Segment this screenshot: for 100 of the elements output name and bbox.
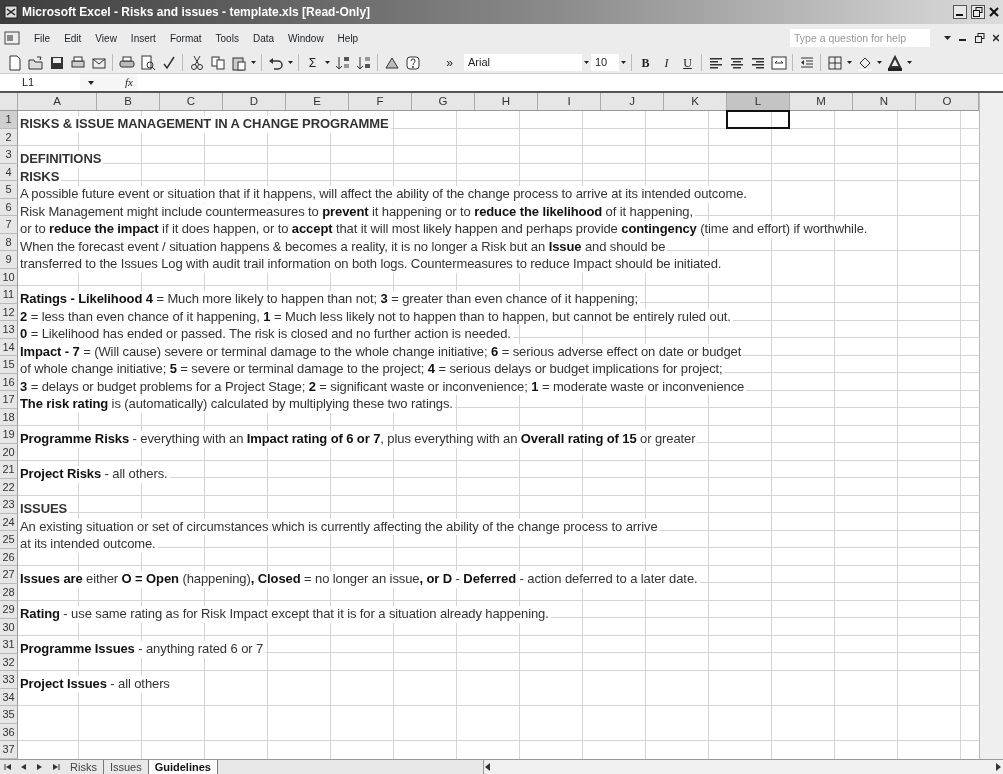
menu-item[interactable]: Edit [64,30,82,46]
font-size-field[interactable]: 10 [591,54,619,71]
dropdown-caret-icon[interactable] [621,61,626,64]
insert-function-button[interactable]: fx [125,74,133,91]
format-button[interactable]: I [656,52,677,73]
cell-text: Programme Risks - everything with an Impact rating of 6 or 7, plus everything with an Overall rating of 15 or greater [18,431,698,448]
restore-icon[interactable] [971,5,985,19]
dropdown-caret-icon[interactable] [584,61,589,64]
column-header[interactable]: J [601,93,664,110]
row-header[interactable]: 1 [0,111,18,129]
column-header[interactable]: E [286,93,349,110]
print-preview-icon[interactable] [139,54,156,71]
dropdown-caret-icon[interactable] [877,61,882,64]
printer-icon[interactable] [69,54,86,71]
help-icon[interactable] [404,54,421,71]
printer-icon[interactable] [118,54,135,71]
menu-item[interactable]: File [34,30,51,46]
column-header[interactable]: H [475,93,538,110]
merge-center-icon[interactable] [770,54,787,71]
vertical-scrollbar[interactable] [979,93,1003,759]
column-header[interactable]: B [97,93,160,110]
close-icon[interactable] [993,34,999,42]
format-button[interactable]: U [677,52,698,73]
sheet-tab[interactable]: Risks [64,760,104,774]
row-header[interactable]: 19 [0,426,18,444]
dropdown-caret-icon[interactable] [847,61,852,64]
open-folder-icon[interactable] [27,54,44,71]
font-color-icon[interactable] [886,54,903,71]
row-header[interactable]: 35 [0,706,18,724]
row-header[interactable]: 5 [0,181,18,199]
font-field[interactable]: Arial [464,54,582,71]
spelling-check-icon[interactable] [160,54,177,71]
toolbar-options-button[interactable]: » [439,52,460,73]
sum-button[interactable]: Σ [302,52,323,73]
copy-icon[interactable] [209,54,226,71]
restore-icon[interactable] [975,33,985,43]
new-document-icon[interactable] [6,54,23,71]
tab-next-icon[interactable] [36,763,44,771]
column-header[interactable]: D [223,93,286,110]
row-header[interactable]: 13 [0,321,18,339]
menu-item[interactable]: Tools [215,30,239,46]
help-search-field[interactable]: Type a question for help [790,29,930,47]
row-header[interactable]: 11 [0,286,18,304]
borders-icon[interactable] [826,54,843,71]
dropdown-caret-icon[interactable] [944,36,951,40]
sheet-tab[interactable]: Guidelines [148,760,218,774]
save-icon[interactable] [48,54,65,71]
scissors-icon[interactable] [188,54,205,71]
column-header[interactable]: G [412,93,475,110]
column-header[interactable]: F [349,93,412,110]
decrease-indent-icon[interactable] [798,54,815,71]
tab-last-icon[interactable] [52,763,60,771]
dropdown-caret-icon[interactable] [251,61,256,64]
row-header[interactable]: 23 [0,496,18,514]
menu-item[interactable]: Data [252,30,275,46]
scroll-left-icon[interactable] [484,763,492,771]
menu-item[interactable]: Insert [130,30,156,46]
row-header[interactable]: 37 [0,741,18,759]
menu-item[interactable]: Help [337,30,359,46]
column-header[interactable]: L [727,93,790,110]
row-header[interactable]: 15 [0,356,18,374]
document-icon[interactable] [4,31,20,45]
dropdown-caret-icon[interactable] [907,61,912,64]
sort-ascending-icon[interactable] [334,54,351,71]
menu-item[interactable]: Window [288,30,324,46]
minimize-icon[interactable] [953,5,967,19]
cell-text: When the forecast event / situation happens & becomes a reality, it is no longer a Risk but an Issue and should be [18,238,668,255]
row-header[interactable]: 9 [0,251,18,269]
column-header[interactable]: N [853,93,916,110]
dropdown-caret-icon[interactable] [288,61,293,64]
paste-icon[interactable] [230,54,247,71]
row-header[interactable]: 29 [0,601,18,619]
row-header[interactable]: 31 [0,636,18,654]
selected-cell[interactable] [726,110,790,129]
cell-text: Risk Management might include countermeasures to prevent it happening or to reduce the likelihood of it happening, [18,203,695,220]
formula-field[interactable] [136,74,1003,91]
menu-item[interactable]: View [95,30,117,46]
column-header[interactable]: I [538,93,601,110]
column-header[interactable]: C [160,93,223,110]
tab-first-icon[interactable] [4,763,12,771]
row-header[interactable]: 17 [0,391,18,409]
column-header[interactable]: M [790,93,853,110]
close-icon[interactable] [989,5,999,19]
row-header[interactable]: 21 [0,461,18,479]
sort-descending-icon[interactable] [355,54,372,71]
dropdown-caret-icon[interactable] [87,80,94,85]
name-box[interactable]: L1 [0,74,80,91]
row-header[interactable]: 25 [0,531,18,549]
scroll-right-icon[interactable] [995,763,1003,771]
format-button[interactable]: B [635,52,656,73]
row-header[interactable]: 3 [0,146,18,164]
row-header[interactable]: 33 [0,671,18,689]
tab-previous-icon[interactable] [20,763,28,771]
horizontal-scrollbar[interactable] [483,760,1003,774]
menu-item[interactable]: Format [169,30,202,46]
sheet-tab[interactable]: Issues [103,760,149,774]
row-header[interactable]: 7 [0,216,18,234]
row-header[interactable]: 27 [0,566,18,584]
dropdown-caret-icon[interactable] [325,61,330,64]
column-header[interactable]: A [18,93,97,110]
